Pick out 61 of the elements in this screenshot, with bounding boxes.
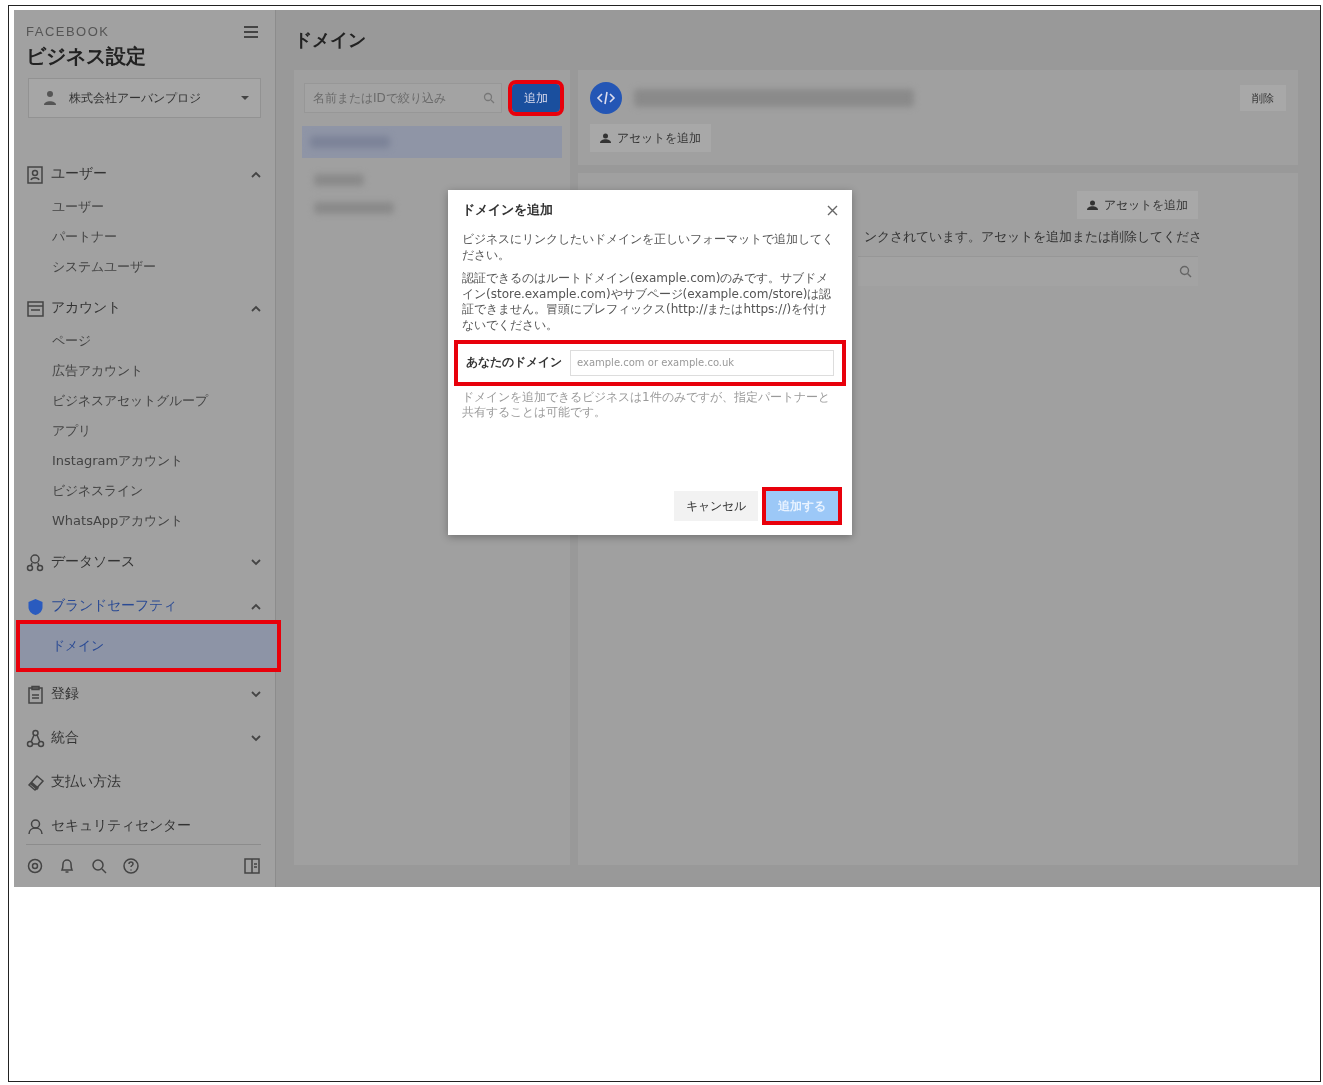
dialog-title: ドメインを追加 [462, 201, 553, 219]
cancel-button[interactable]: キャンセル [674, 491, 758, 521]
sidebar-section[interactable]: 支払い方法 [26, 764, 261, 801]
caret-icon [240, 95, 250, 102]
sidebar-item[interactable]: ビジネスアセットグループ [22, 386, 261, 417]
person-icon [1087, 200, 1098, 210]
menu-button[interactable] [243, 24, 259, 39]
brand-name: FACEBOOK [26, 24, 110, 39]
business-selector[interactable]: 株式会社アーバンプロジ [28, 78, 261, 119]
help-icon[interactable] [122, 857, 140, 876]
connected-nodes-icon [26, 728, 45, 748]
sidebar-item[interactable]: WhatsAppアカウント [22, 506, 261, 537]
search-icon [1179, 265, 1192, 278]
delete-button[interactable]: 削除 [1240, 85, 1286, 111]
menu-icon [243, 24, 259, 39]
sidebar-section[interactable]: アカウント [26, 290, 261, 327]
sidebar-title: ビジネス設定 [26, 43, 147, 70]
dialog-rules: 認証できるのはルートドメイン(example.com)のみです。サブドメイン(store.example.com)やサブページ(example.com/store)は認証できません。冒頭にプレフィックス(http://またはhttps://)を付けないでください。 [462, 271, 833, 334]
person-icon [43, 90, 57, 107]
domain-input[interactable]: example.com or example.co.uk [570, 349, 834, 376]
sidebar-section[interactable]: ユーザー [26, 156, 261, 193]
person-icon [600, 133, 611, 143]
shield-icon [26, 596, 45, 616]
close-icon[interactable] [827, 204, 838, 216]
sidebar-section[interactable]: 統合 [26, 720, 261, 757]
id-card-icon [26, 164, 45, 184]
assets-description: ンクされています。アセットを追加または削除してくださ [864, 229, 1202, 246]
clipboard-icon [26, 684, 45, 704]
chevron-down-icon [251, 734, 261, 742]
search-icon [483, 92, 495, 104]
chevron-up-icon [251, 170, 261, 178]
chevron-up-icon [251, 304, 261, 312]
sidebar-item[interactable]: パートナー [22, 222, 261, 253]
sidebar-section[interactable]: データソース [26, 544, 261, 581]
sidebar-item[interactable]: 広告アカウント [22, 356, 261, 387]
dialog-note: ドメインを追加できるビジネスは1件のみですが、指定パートナーと共有することは可能です。 [462, 389, 831, 421]
sidebar-section[interactable]: ブランドセーフティ [26, 588, 261, 625]
bell-icon[interactable] [58, 857, 76, 876]
sidebar-item[interactable]: ユーザー [22, 192, 261, 223]
panel-toggle-icon[interactable] [243, 857, 261, 876]
sidebar-item[interactable]: システムユーザー [22, 252, 261, 283]
page-title: ドメイン [294, 28, 367, 52]
chevron-up-icon [251, 602, 261, 610]
storefront-icon [26, 298, 45, 318]
sidebar-item[interactable]: ビジネスライン [22, 476, 261, 507]
sidebar-item[interactable]: ページ [22, 326, 261, 357]
chevron-down-icon [251, 690, 261, 698]
add-asset-button[interactable]: アセットを追加 [590, 124, 711, 152]
settings-icon[interactable] [26, 857, 44, 876]
business-name: 株式会社アーバンプロジ [69, 89, 202, 107]
people-network-icon [26, 552, 45, 572]
dialog-intro: ビジネスにリンクしたいドメインを正しいフォーマットで追加してください。 [462, 232, 835, 264]
sidebar-section[interactable]: セキュリティセンター [26, 808, 261, 845]
chevron-down-icon [251, 558, 261, 566]
field-label: あなたのドメイン [466, 355, 562, 371]
add-asset-button[interactable]: アセットを追加 [1077, 191, 1198, 219]
search-icon[interactable] [90, 857, 108, 876]
sidebar-section[interactable]: 登録 [26, 676, 261, 713]
sidebar-item[interactable]: アプリ [22, 416, 261, 447]
code-icon [590, 82, 622, 114]
sidebar-item[interactable]: Instagramアカウント [22, 446, 261, 477]
